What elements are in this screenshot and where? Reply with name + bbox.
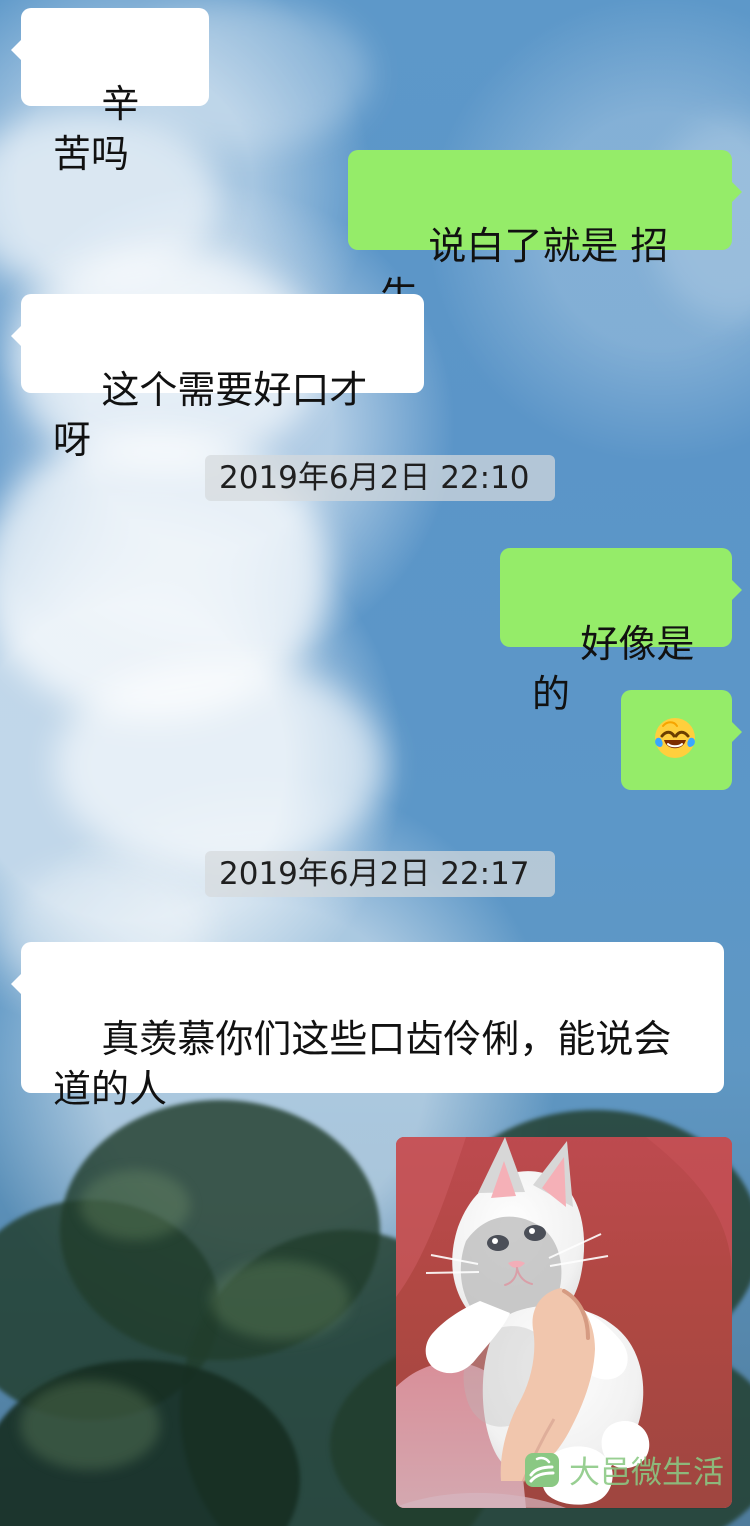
message-text: 辛苦吗 — [53, 82, 140, 176]
image-message-outgoing[interactable]: 大邑微生活 — [396, 1137, 732, 1508]
timestamp-pill: 2019年6月2日 22:17 — [205, 851, 555, 897]
chat-thread: 辛苦吗 说白了就是 招生 这个需要好口才呀 2019年6月2日 22:10 好像… — [0, 0, 750, 1526]
message-bubble-outgoing[interactable]: 说白了就是 招生 — [348, 150, 742, 318]
watermark-text: 大邑微生活 — [569, 1455, 724, 1491]
leaf-logo-icon — [525, 1452, 559, 1487]
watermark: 大邑微生活 — [523, 1447, 724, 1492]
timestamp-pill: 2019年6月2日 22:10 — [205, 455, 555, 501]
message-bubble-outgoing[interactable]: 好像是的 — [500, 548, 742, 716]
message-text: 这个需要好口才呀 — [53, 368, 368, 462]
emoji-bubble-outgoing[interactable] — [621, 690, 742, 790]
laughing-crying-icon — [655, 718, 695, 758]
message-text: 真羡慕你们这些口齿伶俐，能说会 道的人 — [53, 1017, 672, 1111]
message-bubble-incoming[interactable]: 辛苦吗 — [11, 8, 209, 176]
message-bubble-incoming[interactable]: 这个需要好口才呀 — [11, 294, 424, 462]
message-bubble-incoming[interactable]: 真羡慕你们这些口齿伶俐，能说会 道的人 — [11, 942, 724, 1111]
